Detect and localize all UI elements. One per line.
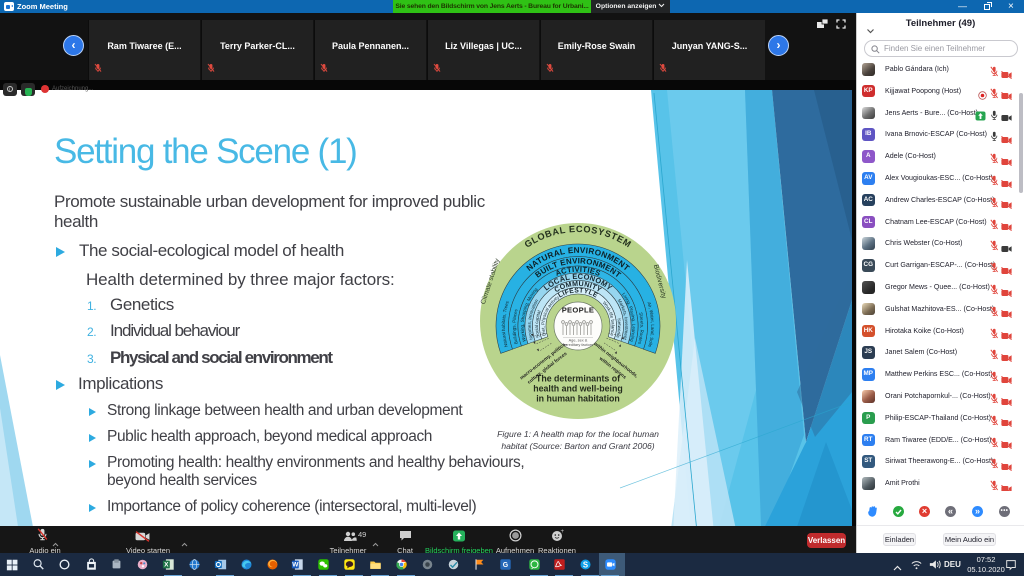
svg-text:hereditary factors: hereditary factors <box>563 342 593 347</box>
svg-text:in human habitation: in human habitation <box>536 394 620 404</box>
svg-text:PEOPLE: PEOPLE <box>562 306 595 315</box>
svg-text:health and well-being: health and well-being <box>533 384 622 394</box>
svg-text:The determinants of: The determinants of <box>536 374 620 384</box>
svg-text:+: + <box>561 529 565 535</box>
svg-text:X: X <box>164 562 169 569</box>
svg-text:S: S <box>583 560 588 569</box>
svg-text:W: W <box>292 562 299 569</box>
svg-text:G: G <box>503 562 508 569</box>
